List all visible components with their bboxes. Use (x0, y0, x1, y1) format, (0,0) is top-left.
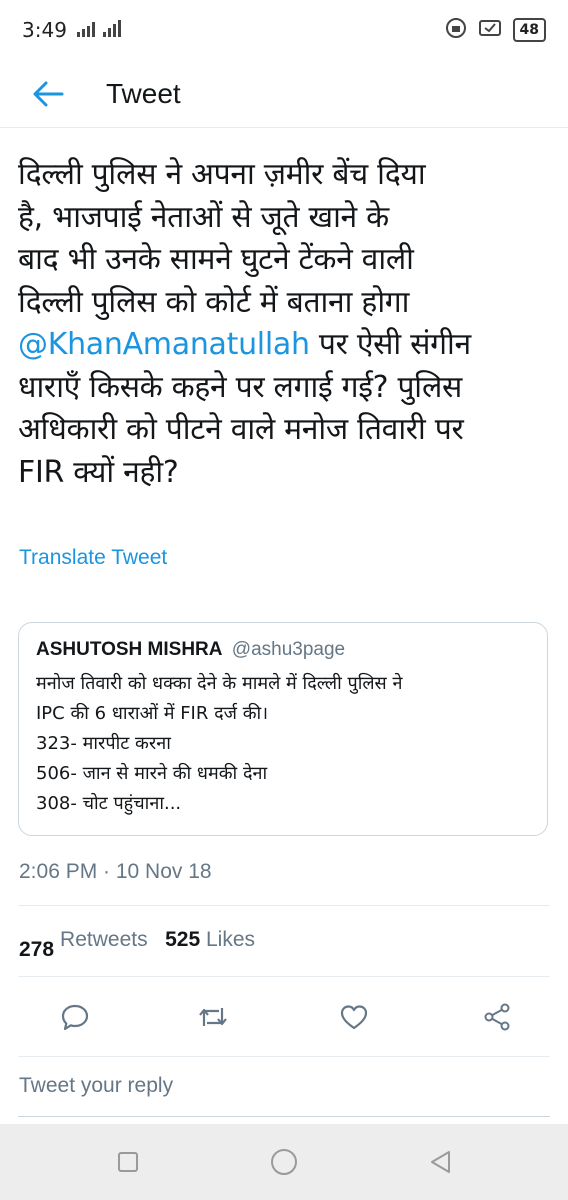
reply-icon[interactable] (48, 990, 102, 1044)
likes-link[interactable]: Likes (206, 928, 255, 951)
wifi-icon (478, 17, 501, 44)
signal-icon (76, 18, 121, 42)
rotation-lock-icon (445, 17, 467, 44)
quoted-line: 506- जान से मारने की धमकी देना (36, 763, 268, 784)
status-right: 48 (445, 17, 546, 44)
tweet-line: धाराएँ किसके कहने पर लगाई गई? पुलिस (18, 369, 463, 405)
status-left: 3:49 (22, 18, 121, 42)
app-bar: Tweet (0, 60, 568, 128)
likes-count: 525 (165, 928, 201, 951)
back-button[interactable] (422, 1144, 458, 1180)
quoted-line: 323- मारपीट करना (36, 733, 171, 754)
translate-tweet-link[interactable]: Translate Tweet (19, 546, 167, 570)
status-time: 3:49 (22, 18, 67, 42)
quoted-line: IPC की 6 धाराओं में FIR दर्ज की। (36, 703, 269, 724)
like-icon[interactable] (327, 990, 381, 1044)
system-nav-bar (0, 1124, 568, 1200)
divider (18, 1056, 550, 1057)
tweet-line: बाद भी उनके सामने घुटने टेंकने वाली (18, 242, 414, 277)
home-button[interactable] (266, 1144, 302, 1180)
tweet-line: @KhanAmanatullah पर ऐसी संगीन (18, 324, 552, 367)
tweet-line-rest: पर ऐसी संगीन (309, 327, 471, 362)
recents-button[interactable] (110, 1144, 146, 1180)
tweet-line: FIR क्यों नही? (18, 454, 179, 490)
quoted-tweet-card[interactable]: ASHUTOSH MISHRA @ashu3page मनोज तिवारी क… (18, 622, 548, 836)
quoted-tweet-body: मनोज तिवारी को धक्का देने के मामले में द… (36, 669, 531, 819)
battery-indicator: 48 (512, 18, 546, 42)
tweet-line: दिल्ली पुलिस ने अपना ज़मीर बेंच दिया (18, 157, 426, 192)
mention-link[interactable]: @KhanAmanatullah (18, 327, 310, 362)
action-bar (0, 990, 568, 1044)
share-icon[interactable] (470, 990, 524, 1044)
engagement-stats: 278 Retweets 525 Likes (19, 928, 255, 962)
status-bar: 3:49 48 (0, 0, 568, 60)
divider (18, 976, 550, 977)
tweet-text: दिल्ली पुलिस ने अपना ज़मीर बेंच दिया है,… (18, 154, 552, 494)
tweet-line: दिल्ली पुलिस को कोर्ट में बताना होगा (18, 284, 410, 320)
quoted-author-handle: @ashu3page (231, 639, 346, 660)
retweets-link[interactable]: Retweets (60, 928, 148, 951)
retweet-icon[interactable] (186, 990, 240, 1044)
tweet-line: अधिकारी को पीटने वाले मनोज तिवारी पर (18, 412, 464, 447)
quoted-line: मनोज तिवारी को धक्का देने के मामले में द… (36, 673, 403, 694)
tweet-line: है, भाजपाई नेताओं से जूते खाने के (18, 199, 389, 235)
page-title: Tweet (106, 77, 181, 109)
quoted-line: 308- चोट पहुंचाना... (36, 793, 182, 814)
quoted-author-name: ASHUTOSH MISHRA (36, 639, 223, 660)
tweet-timestamp: 2:06 PM · 10 Nov 18 (19, 860, 212, 883)
back-arrow-icon[interactable] (26, 72, 70, 116)
divider (18, 1116, 550, 1117)
retweet-count: 278 (19, 938, 55, 961)
divider (18, 905, 550, 906)
reply-input[interactable]: Tweet your reply (19, 1074, 173, 1098)
quoted-tweet-header: ASHUTOSH MISHRA @ashu3page (36, 637, 531, 663)
